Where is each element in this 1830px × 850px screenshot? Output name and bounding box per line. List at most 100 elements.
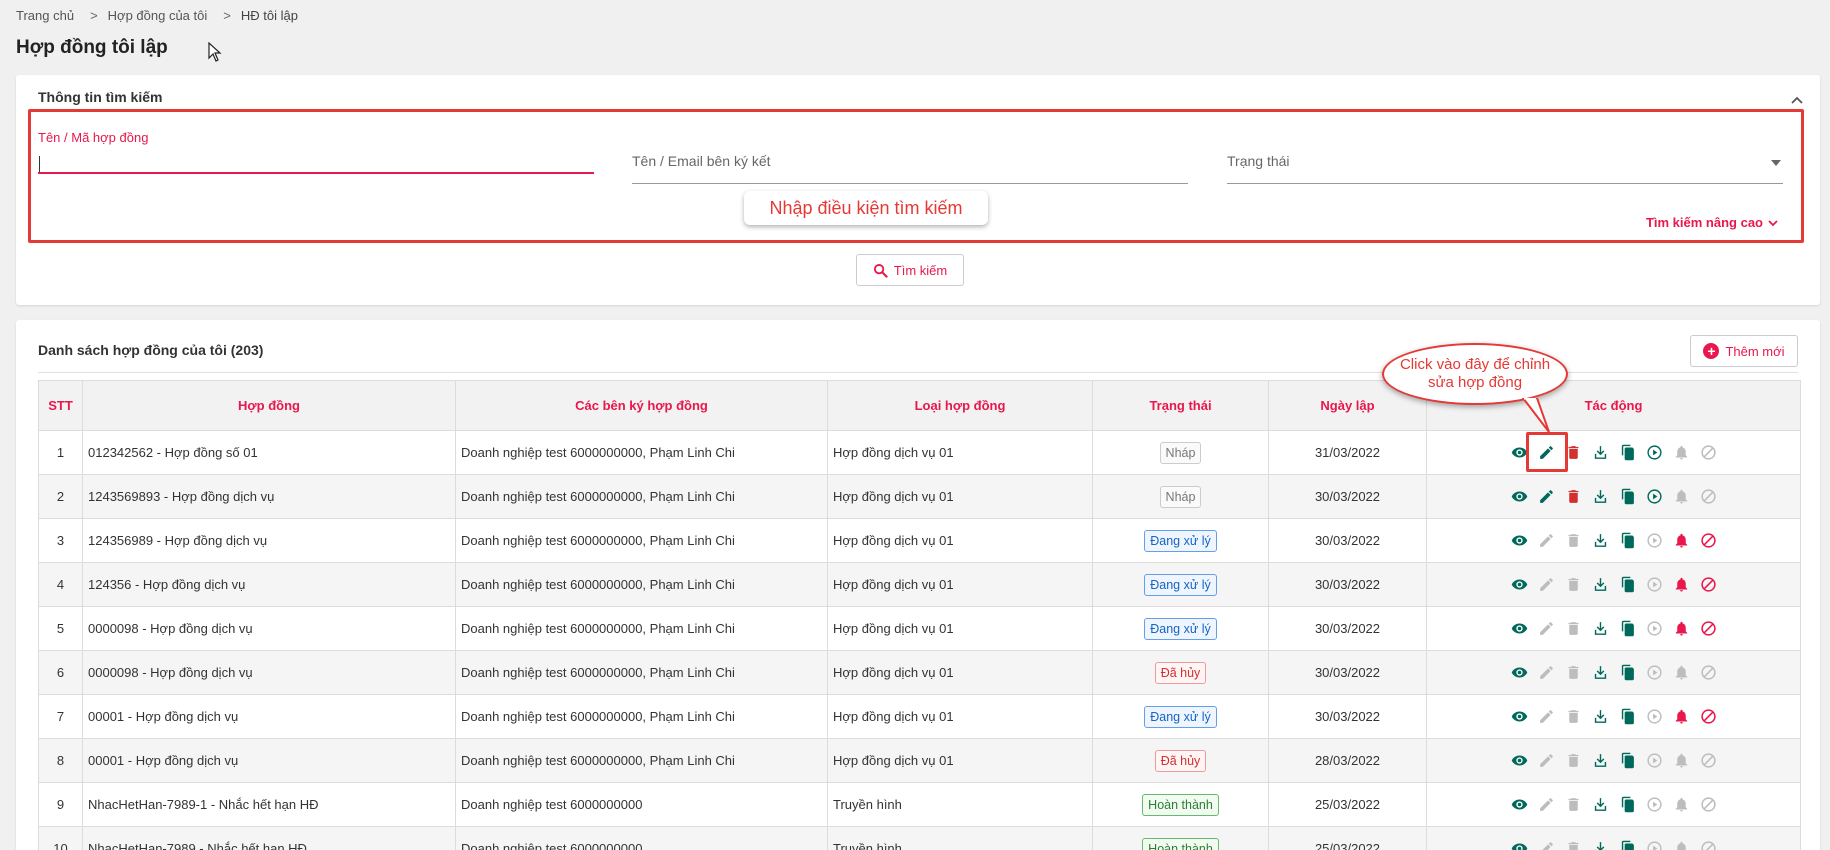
table-row[interactable]: 6 0000098 - Hợp đồng dịch vụ Doanh nghiệp … <box>38 650 1801 695</box>
table-row[interactable]: 4 124356 - Hợp đồng dịch vụ Doanh nghiệp t… <box>38 562 1801 607</box>
play-circle-icon[interactable] <box>1645 488 1663 506</box>
cell-contract: 00001 - Hợp đồng dịch vụ <box>82 738 456 783</box>
row-actions <box>1432 664 1795 682</box>
cell-stt: 8 <box>38 738 83 783</box>
cell-actions <box>1426 518 1801 563</box>
block-icon[interactable] <box>1699 708 1717 726</box>
download-icon[interactable] <box>1591 664 1609 682</box>
play-circle-icon <box>1645 664 1663 682</box>
status-badge: Nháp <box>1159 441 1202 464</box>
copy-icon[interactable] <box>1618 752 1636 770</box>
cell-type: Hợp đồng dịch vụ 01 <box>827 694 1093 739</box>
breadcrumb: Trang chủ > Hợp đồng của tôi > HĐ tôi lậ… <box>16 8 298 23</box>
add-new-button[interactable]: + Thêm mới <box>1690 335 1798 367</box>
status-select[interactable]: Trạng thái <box>1227 153 1783 189</box>
bell-icon[interactable] <box>1672 532 1690 550</box>
view-eye-icon[interactable] <box>1510 532 1528 550</box>
cell-stt: 1 <box>38 430 83 475</box>
block-icon <box>1699 488 1717 506</box>
mouse-cursor-icon <box>208 42 222 62</box>
bell-icon[interactable] <box>1672 576 1690 594</box>
view-eye-icon[interactable] <box>1510 620 1528 638</box>
table-row[interactable]: 8 00001 - Hợp đồng dịch vụ Doanh nghiệp te… <box>38 738 1801 783</box>
download-icon[interactable] <box>1591 796 1609 814</box>
advanced-search-toggle[interactable]: Tìm kiếm nâng cao <box>1646 215 1778 230</box>
download-icon[interactable] <box>1591 752 1609 770</box>
block-icon[interactable] <box>1699 532 1717 550</box>
cell-contract: NhacHetHan-7989 - Nhắc hết hạn HĐ <box>82 826 456 850</box>
table-row[interactable]: 7 00001 - Hợp đồng dịch vụ Doanh nghiệp te… <box>38 694 1801 739</box>
chevron-up-icon[interactable] <box>1790 95 1804 105</box>
download-icon[interactable] <box>1591 708 1609 726</box>
status-badge: Nháp <box>1159 485 1202 508</box>
copy-icon[interactable] <box>1618 620 1636 638</box>
view-eye-icon[interactable] <box>1510 664 1528 682</box>
cell-stt: 9 <box>38 782 83 827</box>
view-eye-icon[interactable] <box>1510 576 1528 594</box>
cell-type: Hợp đồng dịch vụ 01 <box>827 738 1093 783</box>
view-eye-icon[interactable] <box>1510 752 1528 770</box>
column-header-status[interactable]: Trạng thái <box>1092 380 1269 431</box>
breadcrumb-current: HĐ tôi lập <box>240 8 298 23</box>
delete-trash-icon[interactable] <box>1564 488 1582 506</box>
download-icon[interactable] <box>1591 532 1609 550</box>
table-row[interactable]: 3 124356989 - Hợp đồng dịch vụ Doanh nghiệ… <box>38 518 1801 563</box>
copy-icon[interactable] <box>1618 488 1636 506</box>
signer-placeholder: Tên / Email bên ký kết <box>632 153 771 169</box>
cell-date: 28/03/2022 <box>1268 738 1427 783</box>
callout-tail <box>1521 398 1550 433</box>
edit-pencil-icon[interactable] <box>1537 488 1555 506</box>
view-eye-icon[interactable] <box>1510 708 1528 726</box>
table-row[interactable]: 2 1243569893 - Hợp đồng dịch vụ Doanh nghi… <box>38 474 1801 519</box>
row-actions <box>1432 444 1795 462</box>
cell-actions <box>1426 474 1801 519</box>
column-header-parties[interactable]: Các bên ký hợp đồng <box>455 380 828 431</box>
block-icon[interactable] <box>1699 620 1717 638</box>
cell-status: Hoàn thành <box>1092 826 1269 850</box>
copy-icon[interactable] <box>1618 664 1636 682</box>
table-row[interactable]: 9 NhacHetHan-7989-1 - Nhắc hết hạn HĐ Doan… <box>38 782 1801 827</box>
play-circle-icon[interactable] <box>1645 444 1663 462</box>
cell-parties: Doanh nghiệp test 6000000000, Phạm Linh … <box>455 474 828 519</box>
view-eye-icon[interactable] <box>1510 796 1528 814</box>
bell-icon[interactable] <box>1672 620 1690 638</box>
download-icon[interactable] <box>1591 840 1609 850</box>
download-icon[interactable] <box>1591 444 1609 462</box>
table-row[interactable]: 10 NhacHetHan-7989 - Nhắc hết hạn HĐ Doanh… <box>38 826 1801 850</box>
cell-date: 25/03/2022 <box>1268 826 1427 850</box>
block-icon[interactable] <box>1699 576 1717 594</box>
view-eye-icon[interactable] <box>1510 840 1528 850</box>
download-icon[interactable] <box>1591 576 1609 594</box>
download-icon[interactable] <box>1591 488 1609 506</box>
column-header-type[interactable]: Loại hợp đồng <box>827 380 1093 431</box>
cell-status: Đang xử lý <box>1092 694 1269 739</box>
cell-parties: Doanh nghiệp test 6000000000 <box>455 826 828 850</box>
column-header-contract[interactable]: Hợp đồng <box>82 380 456 431</box>
column-header-stt[interactable]: STT <box>38 380 83 431</box>
copy-icon[interactable] <box>1618 708 1636 726</box>
breadcrumb-home[interactable]: Trang chủ <box>16 8 74 23</box>
signer-field[interactable]: Tên / Email bên ký kết <box>632 153 1188 189</box>
play-circle-icon <box>1645 840 1663 850</box>
cell-date: 25/03/2022 <box>1268 782 1427 827</box>
search-button[interactable]: Tìm kiếm <box>856 254 964 286</box>
cell-type: Hợp đồng dịch vụ 01 <box>827 430 1093 475</box>
bell-icon <box>1672 664 1690 682</box>
copy-icon[interactable] <box>1618 576 1636 594</box>
cell-parties: Doanh nghiệp test 6000000000, Phạm Linh … <box>455 606 828 651</box>
cell-stt: 3 <box>38 518 83 563</box>
copy-icon[interactable] <box>1618 796 1636 814</box>
bell-icon[interactable] <box>1672 708 1690 726</box>
status-badge: Đang xử lý <box>1144 573 1217 596</box>
table-row[interactable]: 5 0000098 - Hợp đồng dịch vụ Doanh nghiệp … <box>38 606 1801 651</box>
row-actions <box>1432 532 1795 550</box>
name-code-input[interactable] <box>38 152 594 174</box>
cell-contract: 00001 - Hợp đồng dịch vụ <box>82 694 456 739</box>
breadcrumb-my-contracts[interactable]: Hợp đồng của tôi <box>108 8 208 23</box>
view-eye-icon[interactable] <box>1510 488 1528 506</box>
copy-icon[interactable] <box>1618 444 1636 462</box>
download-icon[interactable] <box>1591 620 1609 638</box>
copy-icon[interactable] <box>1618 840 1636 850</box>
play-circle-icon <box>1645 532 1663 550</box>
copy-icon[interactable] <box>1618 532 1636 550</box>
